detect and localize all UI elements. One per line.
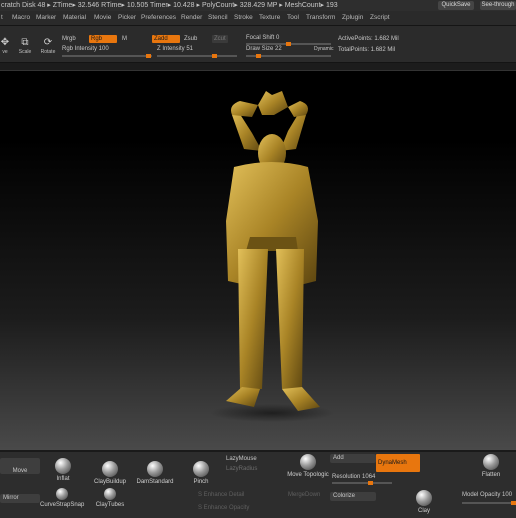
brush-sphere-icon <box>483 454 499 470</box>
brush-sphere-icon <box>416 490 432 506</box>
rotate-icon: ⟳ <box>43 37 53 48</box>
move-brush-button[interactable]: Move <box>0 458 40 474</box>
menu-bar: t Macro Marker Material Movie Picker Pre… <box>0 11 516 26</box>
slider-knob[interactable] <box>146 54 151 58</box>
focal-shift-label: Focal Shift 0 <box>246 35 280 41</box>
mrgb-button[interactable]: Mrgb <box>62 36 76 42</box>
top-toolbar: ✥ ve ⧉ Scale ⟳ Rotate Mrgb Rgb M Rgb Int… <box>0 26 516 63</box>
clay-brush-button[interactable]: Clay <box>414 490 434 514</box>
pinch-brush-button[interactable]: Pinch <box>188 461 214 485</box>
model-opacity-slider[interactable] <box>462 501 516 505</box>
brush-sphere-icon <box>147 461 163 477</box>
brush-sphere-icon <box>104 488 116 500</box>
claybuildup-brush-label: ClayBuildup <box>93 479 127 485</box>
s-enhance-detail-slider[interactable]: S Enhance Detail <box>198 492 244 498</box>
zsub-button[interactable]: Zsub <box>184 36 197 42</box>
damstandard-brush-button[interactable]: DamStandard <box>134 461 176 485</box>
scale-icon: ⧉ <box>21 37 29 48</box>
dynamesh-button[interactable]: DynaMesh <box>376 454 420 472</box>
flatten-brush-label: Flatten <box>481 472 501 478</box>
mirror-button[interactable]: Mirror <box>0 494 40 503</box>
curvestrapsnap-label: CurveStrapSnap <box>40 502 85 508</box>
menu-item-texture[interactable]: Texture <box>259 11 280 25</box>
rgb-button[interactable]: Rgb <box>89 35 117 43</box>
claytubes-label: ClayTubes <box>95 502 125 508</box>
model-opacity-label: Model Opacity 100 <box>462 492 513 498</box>
menu-item-tool[interactable]: Tool <box>287 11 299 25</box>
pinch-brush-label: Pinch <box>193 479 209 485</box>
rotate-tool-label: Rotate <box>40 49 56 55</box>
clay-brush-label: Clay <box>417 508 430 514</box>
lazyradius-slider[interactable]: LazyRadius <box>226 466 257 472</box>
menu-item-transform[interactable]: Transform <box>306 11 335 25</box>
lazymouse-toggle[interactable]: LazyMouse <box>226 456 257 462</box>
menu-item-zplugin[interactable]: Zplugin <box>342 11 363 25</box>
move-icon: ✥ <box>0 37 10 48</box>
menu-item-marker[interactable]: Marker <box>36 11 56 25</box>
slider-knob[interactable] <box>511 501 516 505</box>
brush-sphere-icon <box>56 488 68 500</box>
bottom-shelf: Move Inflat ClayBuildup DamStandard Pinc… <box>0 450 516 518</box>
claybuildup-brush-button[interactable]: ClayBuildup <box>90 461 130 485</box>
rgb-intensity-label: Rgb Intensity 100 <box>62 46 109 52</box>
scale-tool-button[interactable]: ⧉ Scale <box>14 36 36 62</box>
zadd-button[interactable]: Zadd <box>152 35 180 43</box>
flatten-brush-button[interactable]: Flatten <box>478 454 504 478</box>
menu-item-picker[interactable]: Picker <box>118 11 136 25</box>
menu-item-stencil[interactable]: Stencil <box>208 11 228 25</box>
scale-tool-label: Scale <box>18 49 32 55</box>
claytubes-brush-button[interactable]: ClayTubes <box>94 488 126 508</box>
title-bar: cratch Disk 48 ▸ ZTime▸ 32.546 RTime▸ 10… <box>0 0 516 11</box>
menu-item-material[interactable]: Material <box>63 11 86 25</box>
menu-item-movie[interactable]: Movie <box>94 11 111 25</box>
brush-sphere-icon <box>102 461 118 477</box>
slider-knob[interactable] <box>368 481 373 485</box>
draw-size-slider[interactable] <box>246 54 331 58</box>
draw-size-label: Draw Size 22 <box>246 46 282 52</box>
total-points-readout: TotalPoints: 1.682 Mil <box>338 47 396 53</box>
add-button[interactable]: Add <box>330 454 376 463</box>
zcut-button[interactable]: Zcut <box>212 35 228 43</box>
move-topologic-label: Move Topologic <box>287 472 329 478</box>
damstandard-brush-label: DamStandard <box>136 479 174 485</box>
move-brush-label: Move <box>12 468 28 474</box>
colorize-button[interactable]: Colorize <box>330 492 376 501</box>
inflat-brush-button[interactable]: Inflat <box>48 458 78 482</box>
brush-sphere-icon <box>300 454 316 470</box>
dynamic-toggle[interactable]: Dynamic <box>314 46 333 52</box>
viewport-canvas[interactable] <box>0 70 516 451</box>
sculpted-figure <box>210 91 334 422</box>
rotate-tool-button[interactable]: ⟳ Rotate <box>37 36 59 62</box>
move-topologic-brush-button[interactable]: Move Topologic <box>284 454 332 478</box>
slider-knob[interactable] <box>286 42 291 46</box>
see-through-slider[interactable]: See-through <box>480 1 516 10</box>
inflat-brush-label: Inflat <box>56 476 70 482</box>
menu-item-macro[interactable]: Macro <box>12 11 30 25</box>
m-button[interactable]: M <box>122 36 127 42</box>
move-tool-label: ve <box>2 49 8 55</box>
resolution-slider[interactable] <box>332 481 392 485</box>
menu-item-stroke[interactable]: Stroke <box>234 11 253 25</box>
resolution-label: Resolution 1064 <box>332 474 376 480</box>
rgb-intensity-slider[interactable] <box>62 54 152 58</box>
menu-item-render[interactable]: Render <box>181 11 202 25</box>
slider-knob[interactable] <box>256 54 261 58</box>
s-enhance-opacity-slider[interactable]: S Enhance Opacity <box>198 505 249 511</box>
brush-sphere-icon <box>55 458 71 474</box>
mergedown-button[interactable]: MergeDown <box>288 492 320 498</box>
curvestrapsnap-brush-button[interactable]: CurveStrapSnap <box>40 488 84 508</box>
slider-knob[interactable] <box>212 54 217 58</box>
z-intensity-slider[interactable] <box>157 54 237 58</box>
brush-sphere-icon <box>193 461 209 477</box>
quicksave-button[interactable]: QuickSave <box>438 1 474 10</box>
focal-shift-slider[interactable] <box>246 42 331 46</box>
status-readout: cratch Disk 48 ▸ ZTime▸ 32.546 RTime▸ 10… <box>1 2 338 9</box>
active-points-readout: ActivePoints: 1.682 Mil <box>338 36 399 42</box>
menu-item[interactable]: t <box>1 11 3 25</box>
z-intensity-label: Z Intensity 51 <box>157 46 194 52</box>
menu-item-preferences[interactable]: Preferences <box>141 11 176 25</box>
menu-item-zscript[interactable]: Zscript <box>370 11 390 25</box>
